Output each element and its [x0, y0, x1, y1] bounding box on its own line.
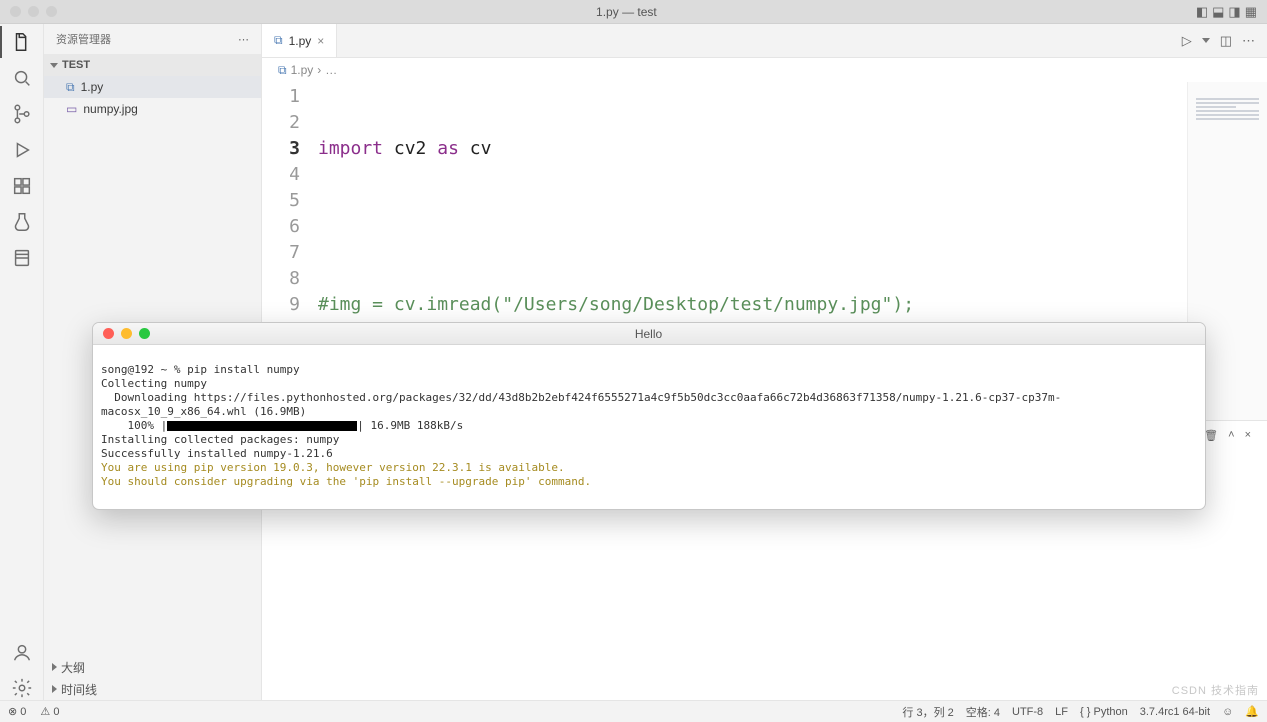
- zoom-window-icon[interactable]: [46, 6, 57, 17]
- toggle-primary-sidebar-icon[interactable]: ◧: [1196, 4, 1208, 20]
- file-item[interactable]: ⧉ 1.py: [44, 76, 261, 98]
- toggle-panel-icon[interactable]: ⬓: [1212, 4, 1224, 20]
- python-file-icon: ⧉: [66, 80, 75, 95]
- timeline-section[interactable]: 时间线: [44, 678, 261, 700]
- more-actions-icon[interactable]: ⋯: [1242, 33, 1255, 49]
- image-file-icon: ▭: [66, 102, 77, 116]
- close-tab-icon[interactable]: ×: [317, 34, 324, 48]
- file-name: 1.py: [81, 80, 104, 94]
- status-notifications-icon[interactable]: 🔔: [1245, 705, 1259, 718]
- window-title: 1.py — test: [57, 5, 1196, 19]
- panel-chevron-up-icon[interactable]: ˄: [1228, 429, 1234, 441]
- search-icon[interactable]: [10, 66, 34, 90]
- accounts-icon[interactable]: [10, 640, 34, 664]
- editor-tabs: ⧉ 1.py × ▷ ◫ ⋯: [262, 24, 1267, 58]
- term-warn-line: You should consider upgrading via the 'p…: [101, 475, 591, 488]
- secondary-window[interactable]: Hello song@192 ~ % pip install numpy Col…: [92, 322, 1206, 510]
- panel-close-icon[interactable]: ×: [1245, 429, 1251, 441]
- zoom-window-icon[interactable]: [139, 328, 150, 339]
- timeline-label: 时间线: [61, 681, 97, 698]
- status-language[interactable]: { } Python: [1080, 706, 1128, 718]
- status-encoding[interactable]: UTF-8: [1012, 706, 1043, 718]
- close-window-icon[interactable]: [103, 328, 114, 339]
- outline-section[interactable]: 大纲: [44, 656, 261, 678]
- close-window-icon[interactable]: [10, 6, 21, 17]
- term-line: Installing collected packages: numpy: [101, 433, 339, 446]
- term-line: Successfully installed numpy-1.21.6: [101, 447, 333, 460]
- run-file-icon[interactable]: ▷: [1182, 33, 1192, 49]
- term-warn-line: You are using pip version 19.0.3, howeve…: [101, 461, 565, 474]
- chevron-down-icon: [50, 63, 58, 68]
- explorer-title: 资源管理器: [56, 31, 111, 47]
- run-dropdown-icon[interactable]: [1202, 38, 1210, 43]
- customize-layout-icon[interactable]: ▦: [1245, 4, 1257, 20]
- term-line: Collecting numpy: [101, 377, 207, 390]
- progress-bar: [167, 421, 357, 431]
- file-item[interactable]: ▭ numpy.jpg: [44, 98, 261, 120]
- status-feedback-icon[interactable]: ☺: [1222, 706, 1233, 718]
- breadcrumb-sep: ›: [317, 63, 321, 77]
- run-debug-icon[interactable]: [10, 138, 34, 162]
- status-errors[interactable]: ⊗ 0: [8, 705, 26, 718]
- secondary-window-body[interactable]: song@192 ~ % pip install numpy Collectin…: [93, 345, 1205, 509]
- window-titlebar: 1.py — test ◧ ⬓ ◨ ▦: [0, 0, 1267, 24]
- chevron-right-icon: [52, 685, 57, 693]
- breadcrumb-more: …: [325, 63, 337, 77]
- term-line: 100% || 16.9MB 188kB/s: [101, 419, 463, 432]
- secondary-window-titlebar[interactable]: Hello: [93, 323, 1205, 345]
- breadcrumb[interactable]: ⧉ 1.py › …: [262, 58, 1267, 82]
- status-warnings[interactable]: ⚠ 0: [40, 705, 59, 718]
- extensions-icon[interactable]: [10, 174, 34, 198]
- watermark: CSDN 技术指南: [1172, 682, 1259, 698]
- file-name: numpy.jpg: [83, 102, 137, 116]
- workspace-name: TEST: [62, 59, 90, 71]
- testing-icon[interactable]: [10, 210, 34, 234]
- workspace-root[interactable]: TEST: [44, 54, 261, 76]
- tab-label: 1.py: [289, 34, 312, 48]
- status-linecol[interactable]: 行 3，列 2: [902, 704, 953, 720]
- secondary-window-title: Hello: [150, 327, 1147, 341]
- explorer-icon[interactable]: [10, 30, 34, 54]
- split-editor-icon[interactable]: ◫: [1220, 33, 1232, 49]
- status-interpreter[interactable]: 3.7.4rc1 64-bit: [1140, 706, 1210, 718]
- term-line: Downloading https://files.pythonhosted.o…: [101, 391, 1061, 418]
- traffic-lights: [0, 6, 57, 17]
- notebook-icon[interactable]: [10, 246, 34, 270]
- minimize-window-icon[interactable]: [28, 6, 39, 17]
- toggle-secondary-sidebar-icon[interactable]: ◨: [1228, 4, 1240, 20]
- titlebar-layout-controls: ◧ ⬓ ◨ ▦: [1196, 4, 1267, 20]
- term-line: song@192 ~ % pip install numpy: [101, 363, 300, 376]
- source-control-icon[interactable]: [10, 102, 34, 126]
- minimize-window-icon[interactable]: [121, 328, 132, 339]
- status-eol[interactable]: LF: [1055, 706, 1068, 718]
- explorer-more-icon[interactable]: ⋯: [238, 33, 249, 46]
- python-file-icon: ⧉: [274, 33, 283, 48]
- breadcrumb-file: 1.py: [291, 63, 314, 77]
- activity-bar: [0, 24, 44, 700]
- status-bar: ⊗ 0 ⚠ 0 行 3，列 2 空格: 4 UTF-8 LF { } Pytho…: [0, 700, 1267, 722]
- status-indent[interactable]: 空格: 4: [966, 704, 1000, 720]
- outline-label: 大纲: [61, 659, 85, 676]
- settings-gear-icon[interactable]: [10, 676, 34, 700]
- chevron-right-icon: [52, 663, 57, 671]
- trash-icon[interactable]: 🗑: [1204, 429, 1218, 442]
- python-file-icon: ⧉: [278, 63, 287, 78]
- tab-file[interactable]: ⧉ 1.py ×: [262, 24, 337, 57]
